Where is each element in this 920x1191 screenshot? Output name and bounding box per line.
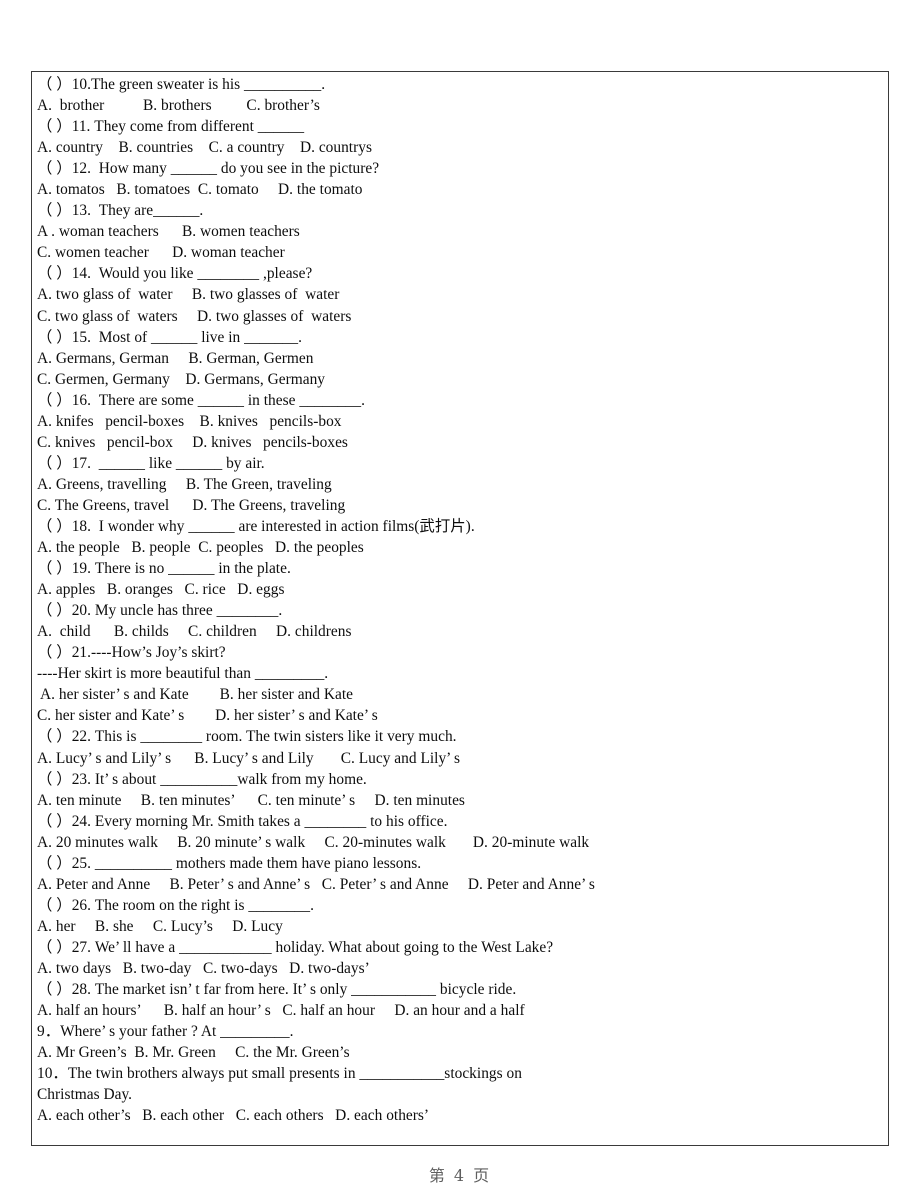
question-list: （ ）10.The green sweater is his _________… [37,74,886,1126]
question-line: A. the people B. people C. peoples D. th… [37,539,364,557]
question-line: （ ）28. The market isn’ t far from here. … [37,981,517,999]
question-line: A. apples B. oranges C. rice D. eggs [37,581,285,599]
question-line: A. Mr Green’s B. Mr. Green C. the Mr. Gr… [37,1044,350,1062]
question-line: （ ）11. They come from different ______ [37,118,305,136]
question-line: C. The Greens, travel D. The Greens, tra… [37,496,346,514]
question-line: C. Germen, Germany D. Germans, Germany [37,370,326,388]
question-line: （ ）25. __________ mothers made them have… [37,854,422,872]
question-line: A. her sister’ s and Kate B. her sister … [37,686,353,704]
question-line: （ ）21.----How’s Joy’s skirt? [37,644,226,662]
question-line: （ ）20. My uncle has three ________. [37,602,283,620]
question-line: （ ）10.The green sweater is his _________… [37,76,326,93]
question-line: A. child B. childs C. children D. childr… [37,623,352,641]
question-line: （ ）26. The room on the right is ________… [37,896,314,914]
question-line: C. her sister and Kate’ s D. her sister’… [37,707,378,725]
question-line: 10．The twin brothers always put small pr… [37,1065,522,1083]
question-line: A. knifes pencil-boxes B. knives pencils… [37,412,342,430]
question-line: A. ten minute B. ten minutes’ C. ten min… [37,791,465,809]
question-line: C. two glass of waters D. two glasses of… [37,307,352,325]
question-line: （ ）14. Would you like ________ ,please? [37,265,313,283]
question-line: A. brother B. brothers C. brother’s [37,97,320,115]
question-line: A. two glass of water B. two glasses of … [37,286,340,304]
question-line: A. Greens, travelling B. The Green, trav… [37,475,332,493]
question-line: A. tomatos B. tomatoes C. tomato D. the … [37,181,363,199]
question-line: （ ）27. We’ ll have a ____________ holida… [37,938,554,956]
question-line: A. country B. countries C. a country D. … [37,139,372,157]
question-line: A. Germans, German B. German, Germen [37,349,314,367]
question-line: Christmas Day. [37,1086,133,1104]
content-frame: （ ）10.The green sweater is his _________… [31,71,889,1146]
question-line: A . woman teachers B. women teachers [37,223,300,241]
question-line: C. women teacher D. woman teacher [37,244,285,262]
question-line: C. knives pencil-box D. knives pencils-b… [37,433,348,451]
question-line: （ ）15. Most of ______ live in _______. [37,328,302,346]
question-line: A. two days B. two-day C. two-days D. tw… [37,959,370,977]
question-line: A. 20 minutes walk B. 20 minute’ s walk … [37,833,590,851]
question-line: （ ）22. This is ________ room. The twin s… [37,728,457,746]
question-line: （ ）17. ______ like ______ by air. [37,454,265,472]
question-line: A. each other’s B. each other C. each ot… [37,1107,430,1125]
question-line: （ ）13. They are______. [37,202,204,220]
page-footer: 第 4 页 [428,1166,492,1185]
question-line: ----Her skirt is more beautiful than ___… [37,665,329,683]
question-line: （ ）19. There is no ______ in the plate. [37,560,291,578]
question-line: A. half an hours’ B. half an hour’ s C. … [37,1002,525,1020]
worksheet-page: （ ）10.The green sweater is his _________… [0,0,920,1191]
question-line: A. Peter and Anne B. Peter’ s and Anne’ … [37,875,595,893]
question-line: （ ）18. I wonder why ______ are intereste… [37,517,475,535]
question-line: （ ）12. How many ______ do you see in the… [37,160,380,178]
question-line: A. Lucy’ s and Lily’ s B. Lucy’ s and Li… [37,749,461,767]
question-line: （ ）16. There are some ______ in these __… [37,391,365,409]
question-line: A. her B. she C. Lucy’s D. Lucy [37,917,283,935]
question-line: （ ）24. Every morning Mr. Smith takes a _… [37,812,448,830]
question-line: 9．Where’ s your father ? At _________. [37,1023,294,1041]
question-line: （ ）23. It’ s about __________walk from m… [37,770,367,788]
